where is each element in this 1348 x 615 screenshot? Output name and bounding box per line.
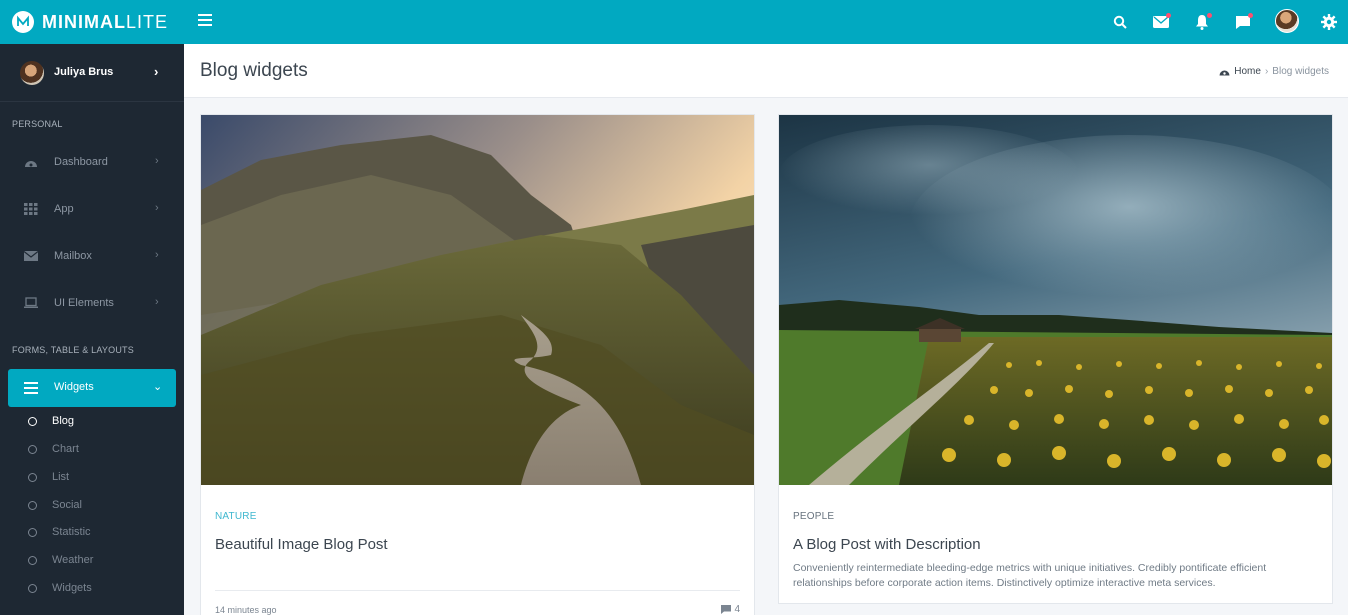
circle-icon <box>28 556 37 565</box>
sidebar-item-dashboard[interactable]: Dashboard › <box>0 147 184 177</box>
sidebar-item-label: UI Elements <box>54 297 114 309</box>
submenu-item-social[interactable]: Social <box>0 493 184 517</box>
submenu-item-weather[interactable]: Weather <box>0 548 184 572</box>
breadcrumb-current: Blog widgets <box>1272 66 1329 77</box>
user-name: Juliya Brus <box>54 66 114 78</box>
dashboard-icon <box>1219 70 1230 76</box>
breadcrumb-home-link[interactable]: Home <box>1234 66 1261 77</box>
bell-icon[interactable] <box>1191 11 1213 33</box>
blog-card: NATURE Beautiful Image Blog Post 14 minu… <box>200 114 755 615</box>
sidebar-item-app[interactable]: App › <box>0 194 184 224</box>
sidebar: Juliya Brus › PERSONAL Dashboard › App ›… <box>0 44 184 615</box>
submenu-label: Chart <box>52 443 79 455</box>
sidebar-item-label: Dashboard <box>54 156 108 168</box>
sidebar-item-widgets[interactable]: Widgets ⌄ <box>8 369 176 407</box>
menu-icon <box>24 382 38 394</box>
notification-dot <box>1207 13 1212 18</box>
chevron-right-icon: › <box>155 155 159 167</box>
chat-icon[interactable] <box>1232 11 1254 33</box>
dashboard-icon <box>25 161 37 167</box>
avatar <box>20 61 44 85</box>
blog-card-body: PEOPLE A Blog Post with Description Conv… <box>793 511 1318 591</box>
submenu-item-statistic[interactable]: Statistic <box>0 520 184 544</box>
circle-icon <box>28 528 37 537</box>
blog-card-footer: 14 minutes ago 4 <box>215 590 740 615</box>
circle-icon <box>28 501 37 510</box>
section-label-forms: FORMS, TABLE & LAYOUTS <box>12 345 134 355</box>
top-navbar: MINIMALLITE <box>0 0 1348 44</box>
grid-icon <box>24 203 38 215</box>
sidebar-item-label: Mailbox <box>54 250 92 262</box>
section-label-personal: PERSONAL <box>12 119 63 129</box>
user-avatar[interactable] <box>1275 9 1299 33</box>
submenu-item-list[interactable]: List <box>0 465 184 489</box>
blog-card: PEOPLE A Blog Post with Description Conv… <box>778 114 1333 604</box>
blog-image-mountain[interactable] <box>201 115 754 485</box>
submenu-item-chart[interactable]: Chart <box>0 437 184 461</box>
chevron-right-icon: › <box>155 249 159 261</box>
submenu-label: Widgets <box>52 582 92 594</box>
sidebar-item-label: Widgets <box>54 381 94 393</box>
submenu-item-blog[interactable]: Blog <box>0 409 184 433</box>
sidebar-toggle-icon[interactable] <box>198 14 212 28</box>
laptop-icon <box>24 297 38 308</box>
post-timestamp: 14 minutes ago <box>215 605 277 615</box>
page-title: Blog widgets <box>200 60 308 81</box>
submenu-label: List <box>52 471 70 483</box>
gear-icon[interactable] <box>1318 11 1340 33</box>
circle-icon <box>28 445 37 454</box>
breadcrumb: Home › Blog widgets <box>1219 66 1329 77</box>
brand[interactable]: MINIMALLITE <box>12 9 168 35</box>
envelope-icon <box>24 251 38 261</box>
notification-dot <box>1166 13 1171 18</box>
post-title[interactable]: Beautiful Image Blog Post <box>215 536 740 553</box>
brand-logo-icon <box>12 11 34 33</box>
breadcrumb-separator: › <box>1264 66 1269 77</box>
mail-icon[interactable] <box>1150 11 1172 33</box>
chevron-down-icon: ⌄ <box>153 381 163 393</box>
comment-icon <box>721 605 732 614</box>
comment-count: 4 <box>734 604 740 615</box>
sidebar-user-panel[interactable]: Juliya Brus › <box>0 44 184 102</box>
submenu-item-widgets[interactable]: Widgets <box>0 576 184 600</box>
comments-link[interactable]: 4 <box>721 604 740 615</box>
submenu-label: Social <box>52 499 82 511</box>
circle-icon <box>28 417 37 426</box>
chevron-right-icon[interactable]: › <box>154 64 158 79</box>
blog-card-body: NATURE Beautiful Image Blog Post <box>215 511 740 553</box>
chevron-right-icon: › <box>155 202 159 214</box>
sidebar-item-ui-elements[interactable]: UI Elements › <box>0 288 184 318</box>
submenu-label: Blog <box>52 415 75 427</box>
category-label[interactable]: PEOPLE <box>793 511 1318 522</box>
circle-icon <box>28 473 37 482</box>
sidebar-item-mailbox[interactable]: Mailbox › <box>0 241 184 271</box>
post-description: Conveniently reintermediate bleeding-edg… <box>793 562 1267 589</box>
sidebar-item-label: App <box>54 203 74 215</box>
chevron-right-icon: › <box>155 296 159 308</box>
notification-dot <box>1248 13 1253 18</box>
blog-image-sunflowers[interactable] <box>779 115 1332 485</box>
search-icon[interactable] <box>1109 11 1131 33</box>
circle-icon <box>28 584 37 593</box>
post-title[interactable]: A Blog Post with Description <box>793 536 1318 553</box>
submenu-label: Weather <box>52 554 94 566</box>
brand-name: MINIMALLITE <box>42 11 168 32</box>
submenu-label: Statistic <box>52 526 91 538</box>
category-label[interactable]: NATURE <box>215 511 740 522</box>
content-header: Blog widgets Home › Blog widgets <box>184 44 1348 98</box>
